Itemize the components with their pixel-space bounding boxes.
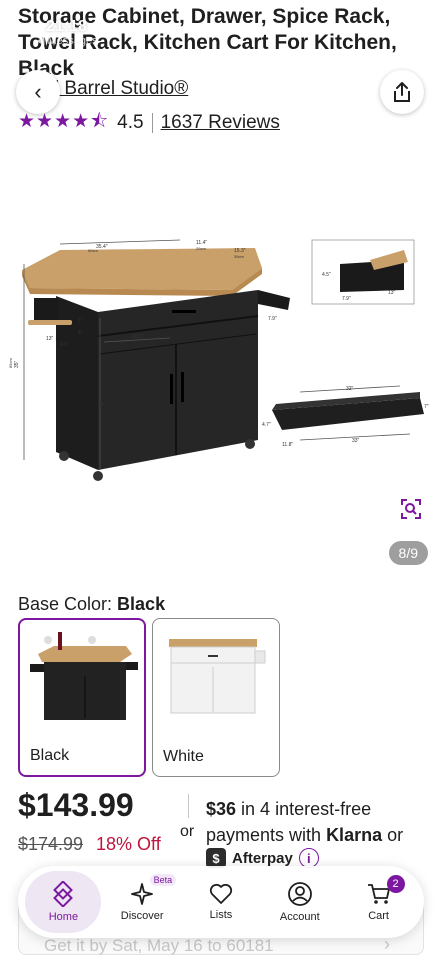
battery-icon: ▭ — [390, 20, 402, 34]
tab-label: Cart — [368, 910, 389, 922]
bottom-tab-bar: Home Beta Discover Lists Account 2 Cart — [18, 866, 424, 938]
wheel — [245, 439, 255, 449]
cart-top — [22, 248, 262, 290]
share-icon — [394, 82, 410, 102]
installment-or: or — [382, 825, 404, 845]
heart-icon — [209, 883, 233, 904]
thumb-bottle — [58, 632, 62, 650]
divider — [151, 113, 153, 133]
color-label: Base Color: Black — [18, 594, 165, 615]
leg-label: 24" — [98, 402, 106, 408]
tab-discover[interactable]: Beta Discover — [104, 871, 180, 933]
rack3-label: 7.9" — [268, 316, 277, 322]
width-cm-label: 90cm — [88, 248, 98, 253]
thumb-glass — [88, 636, 96, 644]
shelf-label: 4" — [78, 330, 83, 336]
afterpay-icon: $ — [206, 848, 226, 868]
swatch-label: White — [163, 748, 204, 765]
or-label: or — [180, 823, 195, 840]
image-counter: 8/9 — [388, 541, 428, 565]
wheel — [59, 451, 69, 461]
back-button[interactable]: ‹ — [16, 70, 60, 114]
depth2-cm-label: 39cm — [234, 254, 244, 259]
klarna-logo: Klarna — [326, 825, 383, 845]
thumb-handle — [208, 655, 218, 657]
door-handle — [170, 374, 173, 404]
discount-badge: 18% Off — [96, 834, 161, 854]
towel-bar — [28, 320, 72, 325]
spice-rack — [258, 290, 290, 310]
price: $143.99 — [18, 787, 134, 823]
color-swatch-black[interactable]: Black — [18, 618, 146, 777]
wheel — [93, 471, 103, 481]
spice-width-label: 7.9" — [342, 296, 351, 302]
cart-front — [98, 290, 258, 470]
color-swatch-white[interactable]: White — [152, 618, 280, 777]
thumb-rack — [30, 664, 44, 672]
original-price: $174.99 — [18, 834, 84, 854]
sparkle-icon — [131, 883, 154, 905]
status-icons: ▮▮▮ ◠ ▭ — [348, 20, 402, 34]
door-handle — [181, 372, 184, 402]
swatch-label: Black — [30, 747, 70, 764]
tab-label: Discover — [120, 910, 164, 922]
info-icon[interactable]: i — [298, 848, 319, 868]
width-dim — [59, 239, 181, 245]
tab-cart[interactable]: 2 Cart — [341, 871, 417, 933]
share-button[interactable] — [380, 70, 424, 114]
back-to-app-link[interactable]: ◀ Messages — [36, 34, 98, 47]
product-image[interactable]: 35" 35.4" 11.4" 15.3" 16.5" 24" 7" 4" 13… — [0, 140, 442, 580]
drawer-depth-label: 11.8" — [282, 442, 293, 448]
drawer-depth2-label: 7" — [424, 404, 429, 410]
beta-badge: Beta — [149, 874, 177, 886]
wifi-icon: ◠ — [374, 20, 385, 34]
signal-icon: ▮▮▮ — [348, 20, 369, 34]
delivery-text: Get it by Sat, May 16 to 60181 — [44, 936, 274, 955]
tab-account[interactable]: Account — [262, 871, 338, 933]
thumb-top — [169, 639, 257, 647]
zoom-icon[interactable] — [400, 498, 422, 520]
installment-info: $36 in 4 interest-free payments with Kla… — [206, 796, 428, 848]
black-cart-thumbnail — [30, 632, 138, 720]
tab-home[interactable]: Home — [25, 871, 102, 933]
tab-label: Lists — [209, 909, 233, 921]
thumb-rack — [254, 650, 266, 664]
height-label: 35" — [14, 360, 20, 368]
afterpay-label: Afterpay — [232, 849, 293, 867]
color-label-text: Base Color: — [18, 594, 118, 614]
spice-height-label: 4.5" — [322, 272, 331, 278]
thumb-glass — [44, 636, 52, 644]
tab-label: Account — [279, 911, 320, 923]
drawer-height-label: 4.7" — [262, 422, 271, 428]
brand-link[interactable]: ed Barrel Studio® — [38, 78, 188, 100]
thumb-rack — [126, 662, 138, 670]
rack-label: 13" — [46, 336, 54, 342]
account-icon — [287, 882, 312, 906]
rating-value: 4.5 — [117, 112, 144, 133]
drawer-width2-label: 33" — [352, 438, 360, 444]
home-icon — [53, 881, 74, 907]
cart-count-badge: 2 — [386, 875, 405, 893]
rack2-label: 4.1" — [60, 342, 69, 348]
divider — [188, 794, 189, 818]
reviews-link[interactable]: 1637 Reviews — [161, 112, 280, 134]
tab-lists[interactable]: Lists — [183, 871, 259, 933]
tab-label: Home — [48, 911, 79, 923]
status-bar: 21:18 ◀ Messages ▮▮▮ ◠ ▭ — [36, 14, 402, 47]
top-label: 7" — [78, 318, 83, 324]
white-cart-thumbnail — [169, 639, 266, 714]
rating-row: ★★★★⯪ 4.5 1637 Reviews — [18, 107, 280, 139]
spice-length-label: 13" — [388, 290, 396, 296]
drawer-handle — [172, 310, 196, 313]
installment-amount: $36 — [206, 799, 237, 819]
thumb-top — [38, 646, 132, 662]
depth-cm-label: 29cm — [196, 246, 206, 251]
chevron-left-icon: ‹ — [34, 79, 42, 104]
afterpay-row: $ Afterpay i — [206, 848, 319, 868]
inner-label: 16.5" — [132, 334, 144, 340]
selected-color: Black — [117, 594, 166, 614]
drawer-width-label: 32" — [346, 386, 354, 392]
height-cm-label: 89cm — [8, 358, 13, 368]
